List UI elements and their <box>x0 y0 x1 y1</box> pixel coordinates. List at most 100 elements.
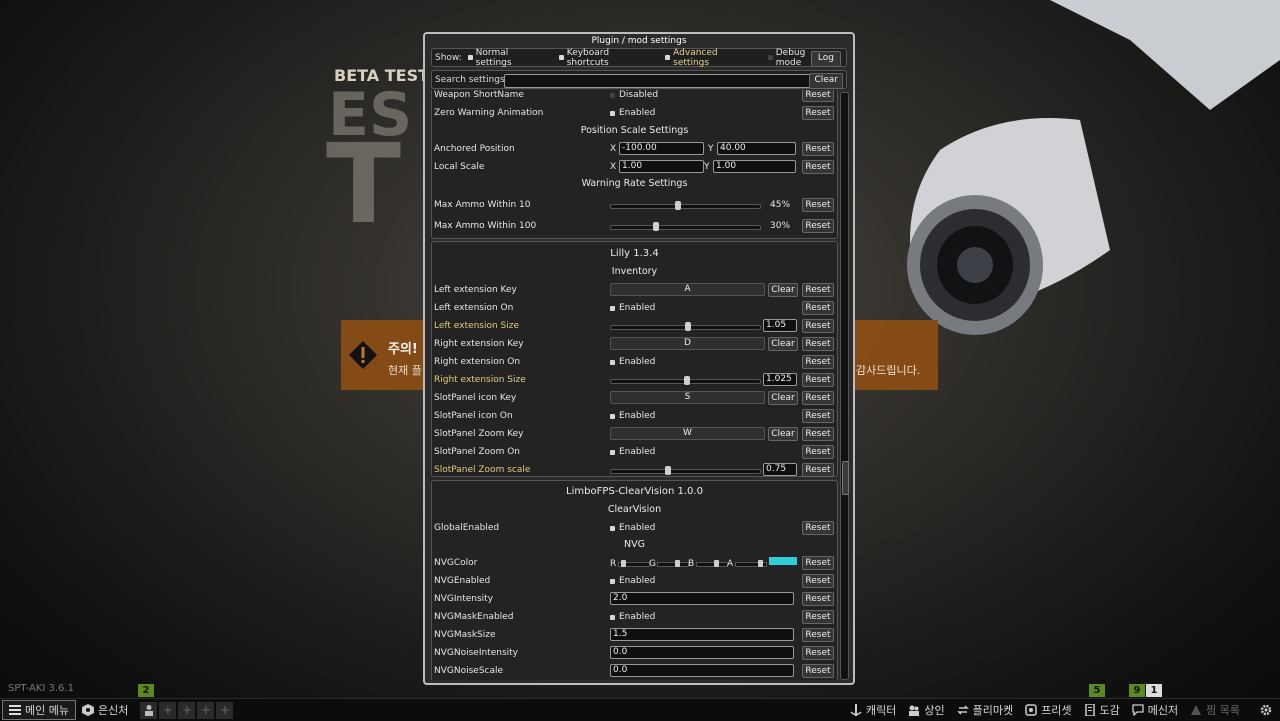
messenger-button[interactable]: 메신저 <box>1126 699 1184 721</box>
toggle[interactable]: Enabled <box>610 303 655 313</box>
reset-button[interactable]: Reset <box>802 664 834 678</box>
slider-thumb[interactable] <box>685 322 692 331</box>
watchlist-label: 찜 목록 <box>1206 704 1240 717</box>
reset-button[interactable]: Reset <box>802 142 834 156</box>
advanced-settings-toggle[interactable]: Advanced settings <box>665 48 754 68</box>
reset-button[interactable]: Reset <box>802 355 834 369</box>
squad-slot-3[interactable]: + <box>197 701 215 719</box>
text-input[interactable]: 0.0 <box>610 664 794 677</box>
settings-button[interactable] <box>1246 699 1280 721</box>
flea-market-button[interactable]: 플리마켓 <box>951 699 1019 721</box>
key-bind-button[interactable]: A <box>610 283 765 296</box>
slider-thumb[interactable] <box>652 222 659 231</box>
normal-settings-toggle[interactable]: Normal settings <box>467 48 545 68</box>
log-button[interactable]: Log <box>810 51 841 67</box>
reset-button[interactable]: Reset <box>802 592 834 606</box>
toggle[interactable]: Disabled <box>610 90 658 100</box>
reset-button[interactable]: Reset <box>802 445 834 459</box>
slider[interactable] <box>610 222 761 231</box>
reset-button[interactable]: Reset <box>802 106 834 120</box>
x-input[interactable]: 1.00 <box>619 160 704 173</box>
traders-button[interactable]: 상인 <box>902 699 950 721</box>
slider-thumb[interactable] <box>675 560 680 567</box>
reset-button[interactable]: Reset <box>802 521 834 535</box>
reset-button[interactable]: Reset <box>802 319 834 333</box>
key-bind-button[interactable]: S <box>610 391 765 404</box>
toggle[interactable]: Enabled <box>610 523 655 533</box>
key-clear-button[interactable]: Clear <box>768 283 798 297</box>
reset-button[interactable]: Reset <box>802 409 834 423</box>
reset-button[interactable]: Reset <box>802 427 834 441</box>
reset-button[interactable]: Reset <box>802 463 834 477</box>
scrollbar-thumb[interactable] <box>842 461 849 495</box>
key-clear-button[interactable]: Clear <box>768 427 798 441</box>
main-menu-button[interactable]: 메인 메뉴 <box>2 700 76 720</box>
reset-button[interactable]: Reset <box>802 574 834 588</box>
reset-button[interactable]: Reset <box>802 337 834 351</box>
slider-thumb[interactable] <box>621 560 626 567</box>
key-clear-button[interactable]: Clear <box>768 337 798 351</box>
bottom-bar-right: 캐릭터 상인 플리마켓 프리셋 도감 메신저 찜 목록 <box>844 699 1280 721</box>
key-bind-button[interactable]: W <box>610 427 765 440</box>
reset-button[interactable]: Reset <box>802 198 834 212</box>
section-lilly: Lilly 1.3.4 Inventory Left extension Key… <box>431 241 838 477</box>
settings-scrollbar[interactable] <box>840 92 849 680</box>
reset-button[interactable]: Reset <box>802 160 834 174</box>
reset-button[interactable]: Reset <box>802 90 834 102</box>
y-input[interactable]: 40.00 <box>717 142 796 155</box>
squad-avatar[interactable] <box>140 701 158 719</box>
squad-slot-2[interactable]: + <box>178 701 196 719</box>
key-clear-button[interactable]: Clear <box>768 391 798 405</box>
character-button[interactable]: 캐릭터 <box>844 699 902 721</box>
slider-thumb[interactable] <box>683 376 690 385</box>
reset-button[interactable]: Reset <box>802 301 834 315</box>
slider-value-input[interactable]: 1.025 <box>763 373 797 386</box>
y-input[interactable]: 1.00 <box>713 160 796 173</box>
x-input[interactable]: -100.00 <box>619 142 704 155</box>
reset-button[interactable]: Reset <box>802 556 834 570</box>
slider[interactable] <box>610 322 761 331</box>
reset-button[interactable]: Reset <box>802 283 834 297</box>
reset-button[interactable]: Reset <box>802 219 834 233</box>
slider[interactable] <box>610 201 761 210</box>
blue-slider[interactable] <box>696 560 728 567</box>
slider[interactable] <box>610 466 761 475</box>
slider-value-input[interactable]: 1.05 <box>763 319 797 332</box>
toggle[interactable]: Enabled <box>610 411 655 421</box>
color-swatch[interactable] <box>769 557 797 565</box>
toggle[interactable]: Enabled <box>610 447 655 457</box>
search-input[interactable] <box>504 74 820 88</box>
key-bind-button[interactable]: D <box>610 337 765 350</box>
reset-button[interactable]: Reset <box>802 373 834 387</box>
text-input[interactable]: 1.5 <box>610 628 794 641</box>
slider-thumb[interactable] <box>675 201 682 210</box>
search-clear-button[interactable]: Clear <box>809 73 843 89</box>
slider-thumb[interactable] <box>664 466 671 475</box>
squad-slot-1[interactable]: + <box>159 701 177 719</box>
slider-thumb[interactable] <box>714 560 719 567</box>
reset-button[interactable]: Reset <box>802 391 834 405</box>
reset-button[interactable]: Reset <box>802 628 834 642</box>
toggle[interactable]: Enabled <box>610 108 655 118</box>
slider[interactable] <box>610 376 761 385</box>
alpha-slider[interactable] <box>735 560 767 567</box>
presets-button[interactable]: 프리셋 <box>1019 699 1077 721</box>
hideout-button[interactable]: 은신처 <box>76 699 134 721</box>
setting-row: SlotPanel Zoom scale 0.75 Reset <box>432 463 837 479</box>
text-input[interactable]: 2.0 <box>610 592 794 605</box>
handbook-button[interactable]: 도감 <box>1078 699 1126 721</box>
toggle[interactable]: Enabled <box>610 612 655 622</box>
watchlist-button[interactable]: 찜 목록 <box>1184 699 1246 721</box>
slider-value-input[interactable]: 0.75 <box>763 463 797 476</box>
toggle[interactable]: Enabled <box>610 576 655 586</box>
green-slider[interactable] <box>657 560 689 567</box>
keyboard-shortcuts-toggle[interactable]: Keyboard shortcuts <box>558 48 651 68</box>
setting-label: GlobalEnabled <box>434 523 500 533</box>
toggle[interactable]: Enabled <box>610 357 655 367</box>
squad-slot-4[interactable]: + <box>216 701 234 719</box>
red-slider[interactable] <box>618 560 650 567</box>
text-input[interactable]: 0.0 <box>610 646 794 659</box>
reset-button[interactable]: Reset <box>802 610 834 624</box>
slider-thumb[interactable] <box>758 560 763 567</box>
reset-button[interactable]: Reset <box>802 646 834 660</box>
